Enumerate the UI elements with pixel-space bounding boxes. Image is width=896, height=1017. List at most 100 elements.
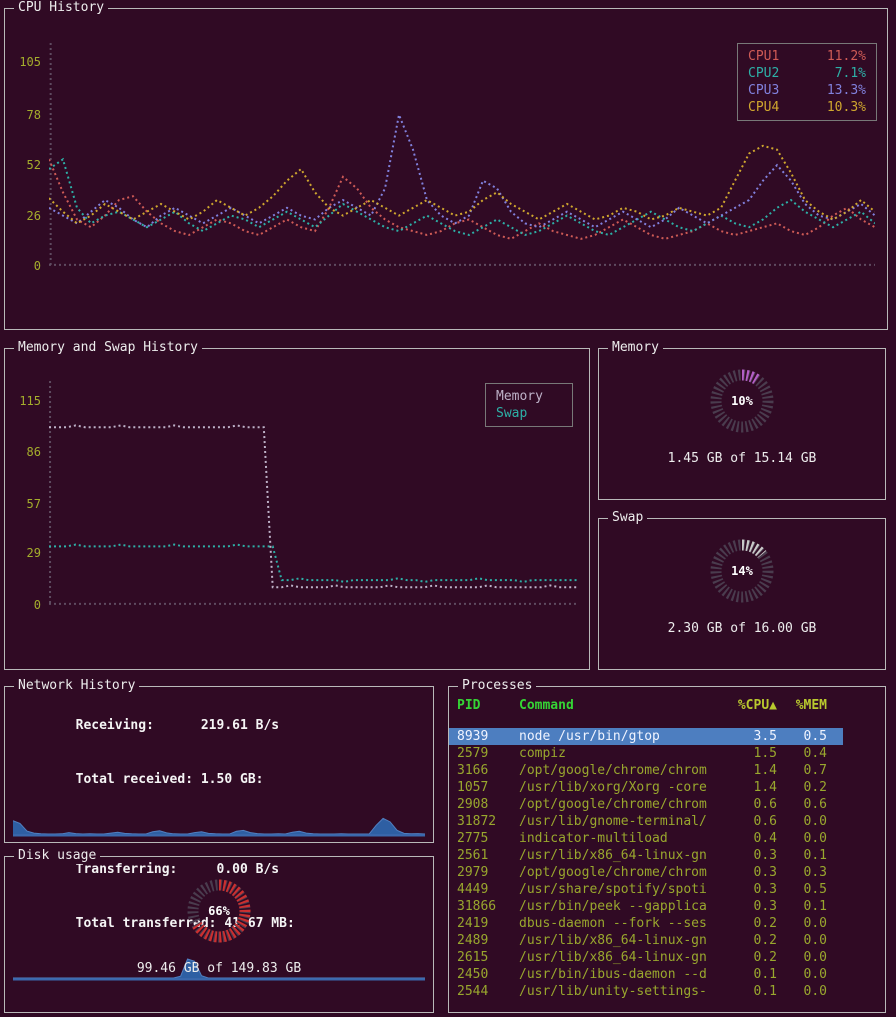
y-axis-tick: 78 [27, 109, 41, 121]
memory-donut-chart: 10% [702, 361, 782, 441]
process-mem: 0.5 [777, 881, 827, 898]
y-axis-tick: 0 [34, 599, 41, 611]
process-command: /usr/lib/gnome-terminal/ [519, 813, 733, 830]
swap-donut-chart: 14% [702, 531, 782, 611]
process-cpu: 0.3 [733, 881, 777, 898]
process-row[interactable]: 8939node /usr/bin/gtop3.50.5 [449, 728, 843, 745]
process-cpu: 0.6 [733, 796, 777, 813]
cpu-legend-item: CPU1 11.2% [748, 48, 866, 65]
process-mem: 0.0 [777, 915, 827, 932]
process-command: dbus-daemon --fork --ses [519, 915, 733, 932]
process-mem: 0.0 [777, 983, 827, 1000]
process-pid: 8939 [457, 728, 519, 745]
process-row[interactable]: 31866/usr/bin/peek --gapplica0.30.1 [449, 898, 843, 915]
process-pid: 2615 [457, 949, 519, 966]
process-row[interactable]: 2979/opt/google/chrome/chrom0.30.3 [449, 864, 843, 881]
column-header-pid[interactable]: PID [457, 697, 519, 714]
y-axis-tick: 115 [19, 395, 41, 407]
process-cpu: 0.4 [733, 830, 777, 847]
process-command: /usr/share/spotify/spoti [519, 881, 733, 898]
process-command: /usr/bin/peek --gapplica [519, 898, 733, 915]
cpu1-legend-label: CPU1 [748, 48, 779, 65]
cpu3-legend-label: CPU3 [748, 82, 779, 99]
receiving-label: Receiving: [76, 718, 201, 733]
process-pid: 31866 [457, 898, 519, 915]
swap-panel: Swap 14% 2.30 GB of 16.00 GB [598, 518, 886, 670]
network-history-panel: Network History Receiving: 219.61 B/s To… [4, 686, 434, 843]
process-mem: 0.0 [777, 813, 827, 830]
receiving-sparkline [13, 809, 425, 837]
process-row[interactable]: 2489/usr/lib/x86_64-linux-gn0.20.0 [449, 932, 843, 949]
process-row[interactable]: 2419dbus-daemon --fork --ses0.20.0 [449, 915, 843, 932]
process-command: /usr/bin/ibus-daemon --d [519, 966, 733, 983]
column-header-command[interactable]: Command [519, 697, 733, 714]
process-pid: 4449 [457, 881, 519, 898]
disk-donut-chart: 66% [179, 871, 259, 951]
process-mem: 0.0 [777, 830, 827, 847]
process-cpu: 0.3 [733, 847, 777, 864]
total-received-value: 1.50 GB: [201, 772, 264, 787]
process-mem: 0.0 [777, 949, 827, 966]
process-cpu: 1.4 [733, 762, 777, 779]
process-row[interactable]: 2450/usr/bin/ibus-daemon --d0.10.0 [449, 966, 843, 983]
process-mem: 0.5 [777, 728, 827, 745]
cpu4-legend-value: 10.3% [827, 99, 866, 116]
network-history-title: Network History [14, 678, 139, 694]
y-axis-tick: 57 [27, 498, 41, 510]
swap-title: Swap [608, 510, 647, 526]
process-row[interactable]: 2579compiz1.50.4 [449, 745, 843, 762]
cpu-legend-item: CPU3 13.3% [748, 82, 866, 99]
process-cpu: 0.2 [733, 915, 777, 932]
disk-percent: 66% [179, 871, 259, 951]
process-row[interactable]: 2544/usr/lib/unity-settings-0.10.0 [449, 983, 843, 1000]
processes-title: Processes [458, 678, 536, 694]
process-pid: 2908 [457, 796, 519, 813]
processes-panel: Processes PID Command %CPU▲ %MEM 8939nod… [448, 686, 886, 1013]
cpu4-legend-label: CPU4 [748, 99, 779, 116]
process-mem: 0.1 [777, 898, 827, 915]
process-cpu: 1.5 [733, 745, 777, 762]
receiving-line: Receiving: 219.61 B/s [13, 699, 425, 753]
process-cpu: 1.4 [733, 779, 777, 796]
memory-swap-y-axis: 1158657290 [11, 381, 43, 605]
receiving-value: 219.61 B/s [201, 718, 279, 733]
process-row[interactable]: 2615/usr/lib/x86_64-linux-gn0.20.0 [449, 949, 843, 966]
process-mem: 0.3 [777, 864, 827, 881]
process-row[interactable]: 2908/opt/google/chrome/chrom0.60.6 [449, 796, 843, 813]
y-axis-tick: 26 [27, 210, 41, 222]
cpu-history-title: CPU History [14, 0, 108, 16]
process-command: indicator-multiload [519, 830, 733, 847]
cpu-legend-item: CPU4 10.3% [748, 99, 866, 116]
memory-swap-history-panel: Memory and Swap History 1158657290 Memor… [4, 348, 590, 670]
process-pid: 2775 [457, 830, 519, 847]
process-pid: 2579 [457, 745, 519, 762]
process-row[interactable]: 4449/usr/share/spotify/spoti0.30.5 [449, 881, 843, 898]
y-axis-tick: 105 [19, 56, 41, 68]
y-axis-tick: 29 [27, 547, 41, 559]
process-row[interactable]: 1057/usr/lib/xorg/Xorg -core1.40.2 [449, 779, 843, 796]
column-header-mem[interactable]: %MEM [777, 697, 827, 714]
process-mem: 0.7 [777, 762, 827, 779]
process-pid: 2544 [457, 983, 519, 1000]
process-list: 8939node /usr/bin/gtop3.50.52579compiz1.… [449, 728, 885, 1000]
memory-swap-history-title: Memory and Swap History [14, 340, 202, 356]
column-header-cpu[interactable]: %CPU▲ [733, 697, 777, 714]
process-cpu: 0.1 [733, 983, 777, 1000]
process-command: /opt/google/chrome/chrom [519, 762, 733, 779]
memory-swap-legend: Memory Swap [485, 383, 573, 427]
cpu2-legend-label: CPU2 [748, 65, 779, 82]
swap-legend-label: Swap [496, 405, 527, 422]
memory-panel: Memory 10% 1.45 GB of 15.14 GB [598, 348, 886, 500]
disk-usage-panel: Disk usage 66% 99.46 GB of 149.83 GB [4, 856, 434, 1013]
y-axis-tick: 86 [27, 446, 41, 458]
process-row[interactable]: 2775indicator-multiload0.40.0 [449, 830, 843, 847]
y-axis-tick: 52 [27, 159, 41, 171]
swap-percent: 14% [702, 531, 782, 611]
process-row[interactable]: 3166/opt/google/chrome/chrom1.40.7 [449, 762, 843, 779]
process-mem: 0.0 [777, 932, 827, 949]
process-pid: 2450 [457, 966, 519, 983]
process-mem: 0.4 [777, 745, 827, 762]
process-pid: 2489 [457, 932, 519, 949]
process-row[interactable]: 31872/usr/lib/gnome-terminal/0.60.0 [449, 813, 843, 830]
process-row[interactable]: 2561/usr/lib/x86_64-linux-gn0.30.1 [449, 847, 843, 864]
